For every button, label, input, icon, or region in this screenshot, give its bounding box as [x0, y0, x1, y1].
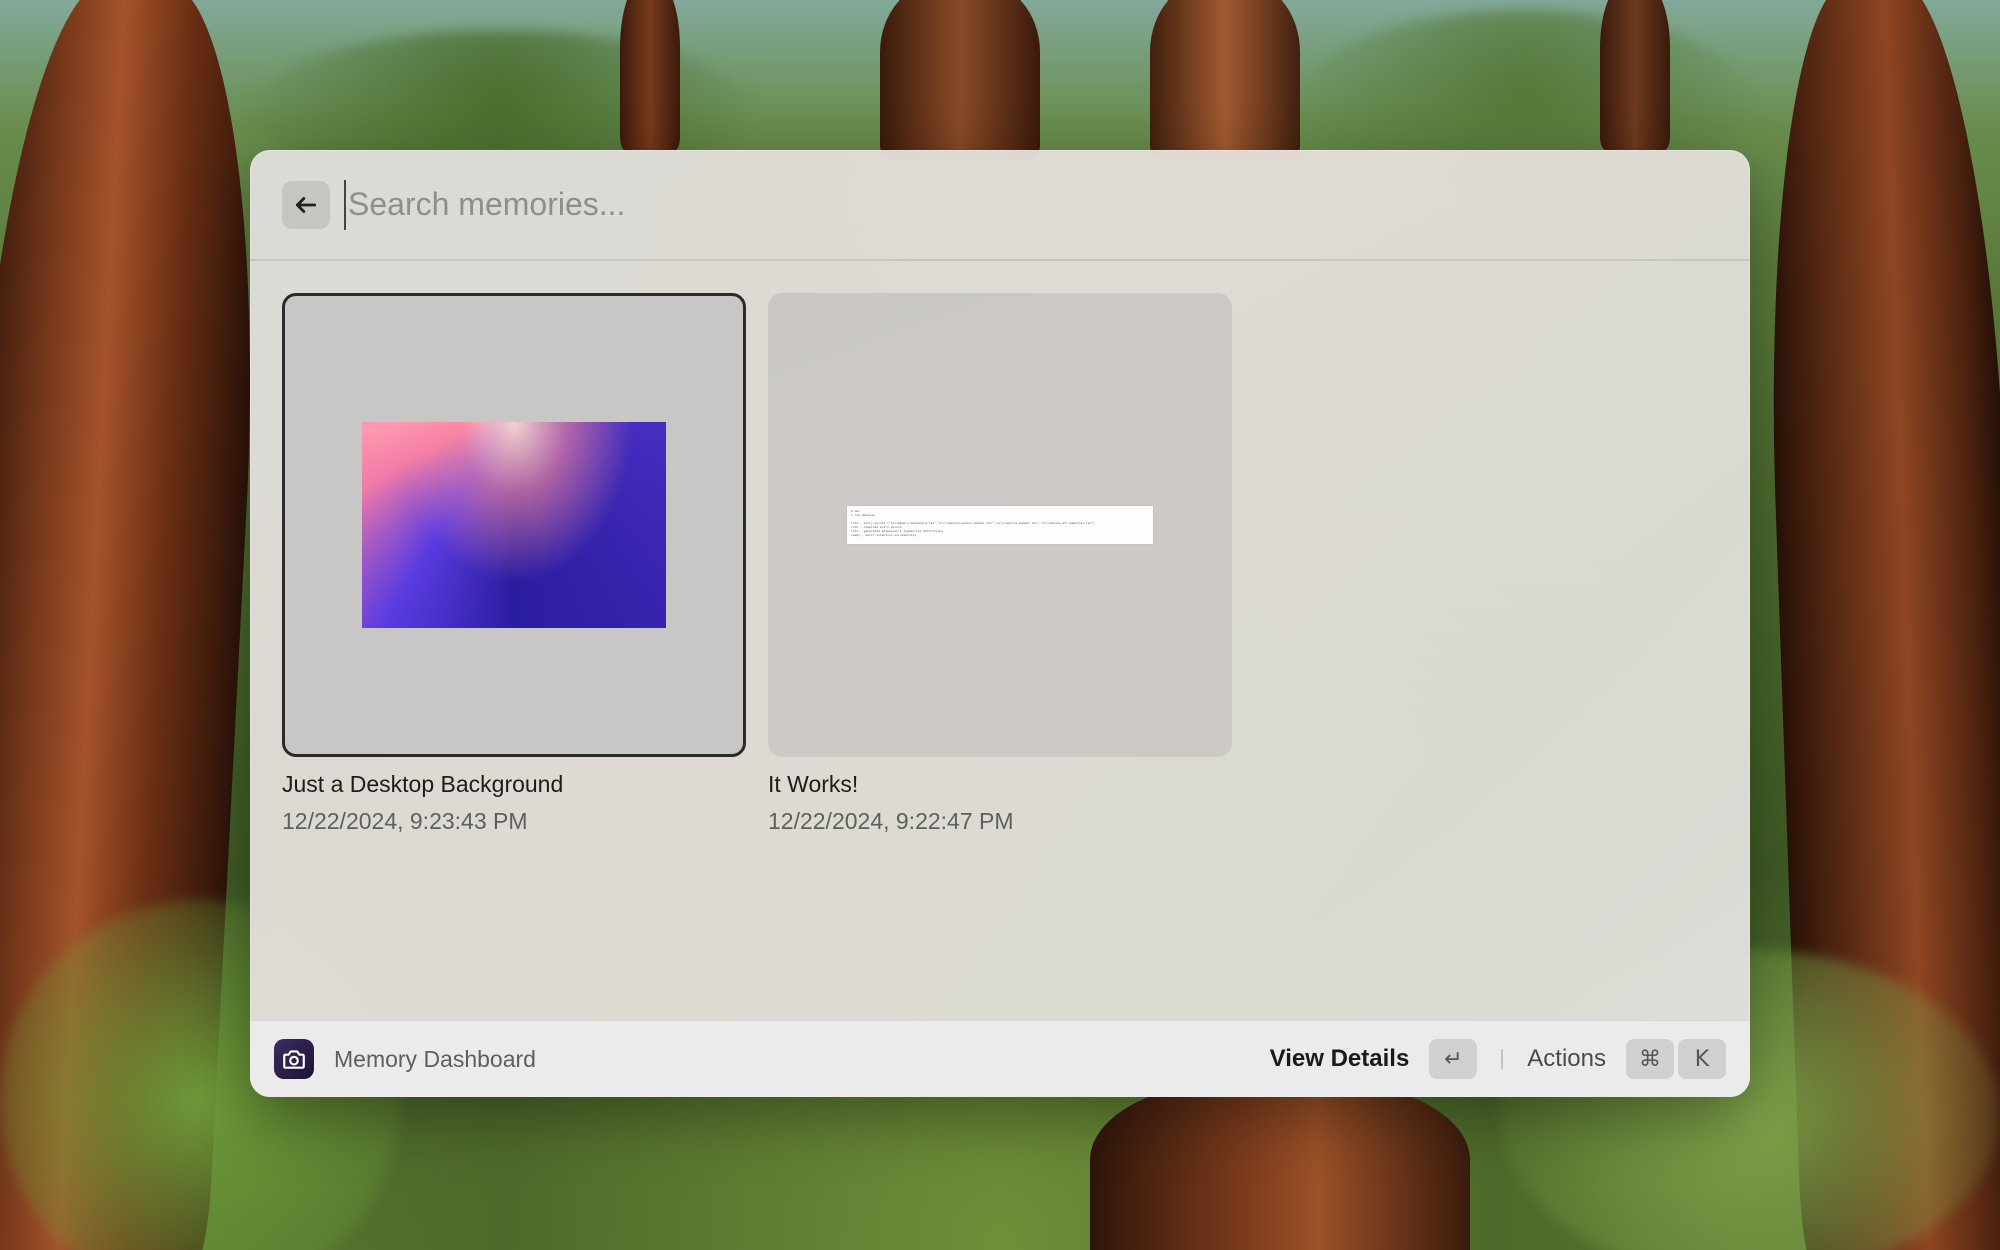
- command-key-hint: ⌘: [1626, 1039, 1674, 1079]
- memory-thumbnail[interactable]: [282, 293, 746, 757]
- camera-icon: [274, 1039, 314, 1079]
- tree-trunk: [1150, 0, 1300, 160]
- tree-trunk: [620, 0, 680, 150]
- memory-title: Just a Desktop Background: [282, 771, 564, 797]
- extension-name: Memory Dashboard: [334, 1045, 536, 1072]
- divider: [1501, 1049, 1504, 1069]
- launcher-window: Just a Desktop Background 12/22/2024, 9:…: [250, 150, 1750, 1097]
- memory-date: 12/22/2024, 9:22:47 PM: [768, 808, 1014, 834]
- memory-grid: Just a Desktop Background 12/22/2024, 9:…: [282, 293, 1232, 835]
- memory-thumbnail[interactable]: $ dev > ray develop info - entry points …: [768, 293, 1232, 757]
- search-bar: [250, 150, 1750, 261]
- memory-card[interactable]: $ dev > ray develop info - entry points …: [768, 293, 1232, 835]
- tree-trunk: [1090, 1080, 1470, 1250]
- action-bar: Memory Dashboard View Details ↵ Actions …: [250, 1020, 1750, 1097]
- actions-button[interactable]: Actions: [1527, 1045, 1606, 1073]
- arrow-left-icon: [295, 196, 317, 213]
- view-details-button[interactable]: View Details: [1270, 1045, 1410, 1073]
- memory-card[interactable]: Just a Desktop Background 12/22/2024, 9:…: [282, 293, 746, 835]
- wallpaper-preview-image: [362, 422, 666, 628]
- enter-key-hint: ↵: [1429, 1039, 1478, 1079]
- k-key-hint: K: [1678, 1039, 1726, 1079]
- memory-title: It Works!: [768, 771, 859, 797]
- footer-actions: View Details ↵ Actions ⌘ K: [1270, 1039, 1726, 1079]
- tree-trunk: [880, 0, 1040, 160]
- memory-date: 12/22/2024, 9:23:43 PM: [282, 808, 528, 834]
- tree-trunk: [1600, 0, 1670, 150]
- back-button[interactable]: [282, 180, 330, 229]
- search-input[interactable]: [344, 179, 1718, 230]
- terminal-screenshot-preview: $ dev > ray develop info - entry points …: [847, 506, 1153, 544]
